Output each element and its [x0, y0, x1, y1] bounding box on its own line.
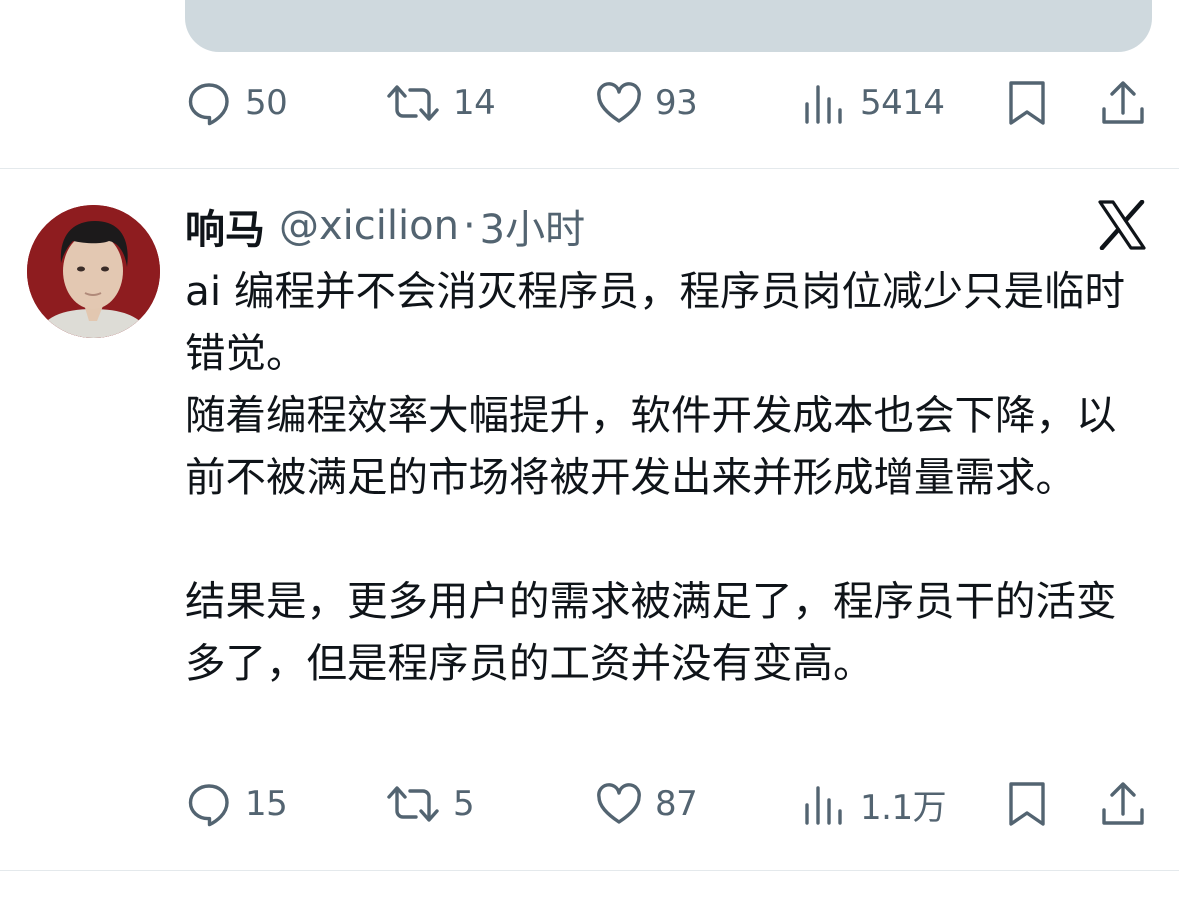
- retweet-icon: [385, 780, 441, 828]
- reply-icon: [185, 79, 233, 127]
- share-button[interactable]: [1099, 776, 1147, 832]
- reply-count: 50: [245, 83, 288, 123]
- x-logo-icon[interactable]: [1098, 199, 1146, 251]
- heart-icon: [595, 780, 643, 828]
- author-name[interactable]: 响马: [185, 197, 265, 255]
- bookmark-button[interactable]: [1005, 75, 1049, 131]
- views-button[interactable]: 5414: [800, 75, 945, 131]
- reply-icon: [185, 780, 233, 828]
- author-handle[interactable]: @xicilion: [279, 203, 459, 249]
- reply-count: 15: [245, 784, 288, 824]
- tweet-divider: [0, 870, 1179, 871]
- tweet-timestamp[interactable]: 3小时: [480, 197, 585, 255]
- retweet-count: 14: [453, 83, 496, 123]
- bookmark-button[interactable]: [1005, 776, 1049, 832]
- tweet-divider: [0, 168, 1179, 169]
- retweet-icon: [385, 79, 441, 127]
- heart-icon: [595, 79, 643, 127]
- share-button[interactable]: [1099, 75, 1147, 131]
- retweet-count: 5: [453, 784, 475, 824]
- reply-button[interactable]: 15: [185, 776, 288, 832]
- like-button[interactable]: 93: [595, 75, 698, 131]
- tweet-paragraph: 结果是，更多用户的需求被满足了，程序员干的活变多了，但是程序员的工资并没有变高。: [185, 577, 1117, 687]
- media-card[interactable]: [185, 0, 1152, 52]
- previous-tweet-action-bar: 50 14 93 5414: [185, 75, 1150, 131]
- tweet-paragraph: ai 编程并不会消灭程序员，程序员岗位减少只是临时错觉。: [185, 267, 1125, 377]
- view-count: 5414: [860, 83, 945, 123]
- like-count: 93: [655, 83, 698, 123]
- views-icon: [800, 79, 848, 127]
- like-count: 87: [655, 784, 698, 824]
- tweet-header: 响马 @xicilion · 3小时: [185, 197, 585, 255]
- tweet-paragraph-gap: [185, 508, 1145, 570]
- share-icon: [1099, 780, 1147, 828]
- views-icon: [800, 780, 848, 828]
- like-button[interactable]: 87: [595, 776, 698, 832]
- retweet-button[interactable]: 5: [385, 776, 475, 832]
- reply-button[interactable]: 50: [185, 75, 288, 131]
- separator-dot: ·: [462, 203, 476, 249]
- tweet-paragraph: 随着编程效率大幅提升，软件开发成本也会下降，以前不被满足的市场将被开发出来并形成…: [185, 391, 1117, 501]
- bookmark-icon: [1005, 79, 1049, 127]
- tweet-action-bar: 15 5 87 1.1万: [185, 776, 1150, 832]
- tweet-text: ai 编程并不会消灭程序员，程序员岗位减少只是临时错觉。 随着编程效率大幅提升，…: [185, 260, 1145, 694]
- avatar[interactable]: [27, 205, 160, 338]
- views-button[interactable]: 1.1万: [800, 776, 947, 832]
- share-icon: [1099, 79, 1147, 127]
- retweet-button[interactable]: 14: [385, 75, 496, 131]
- bookmark-icon: [1005, 780, 1049, 828]
- view-count: 1.1万: [860, 787, 947, 828]
